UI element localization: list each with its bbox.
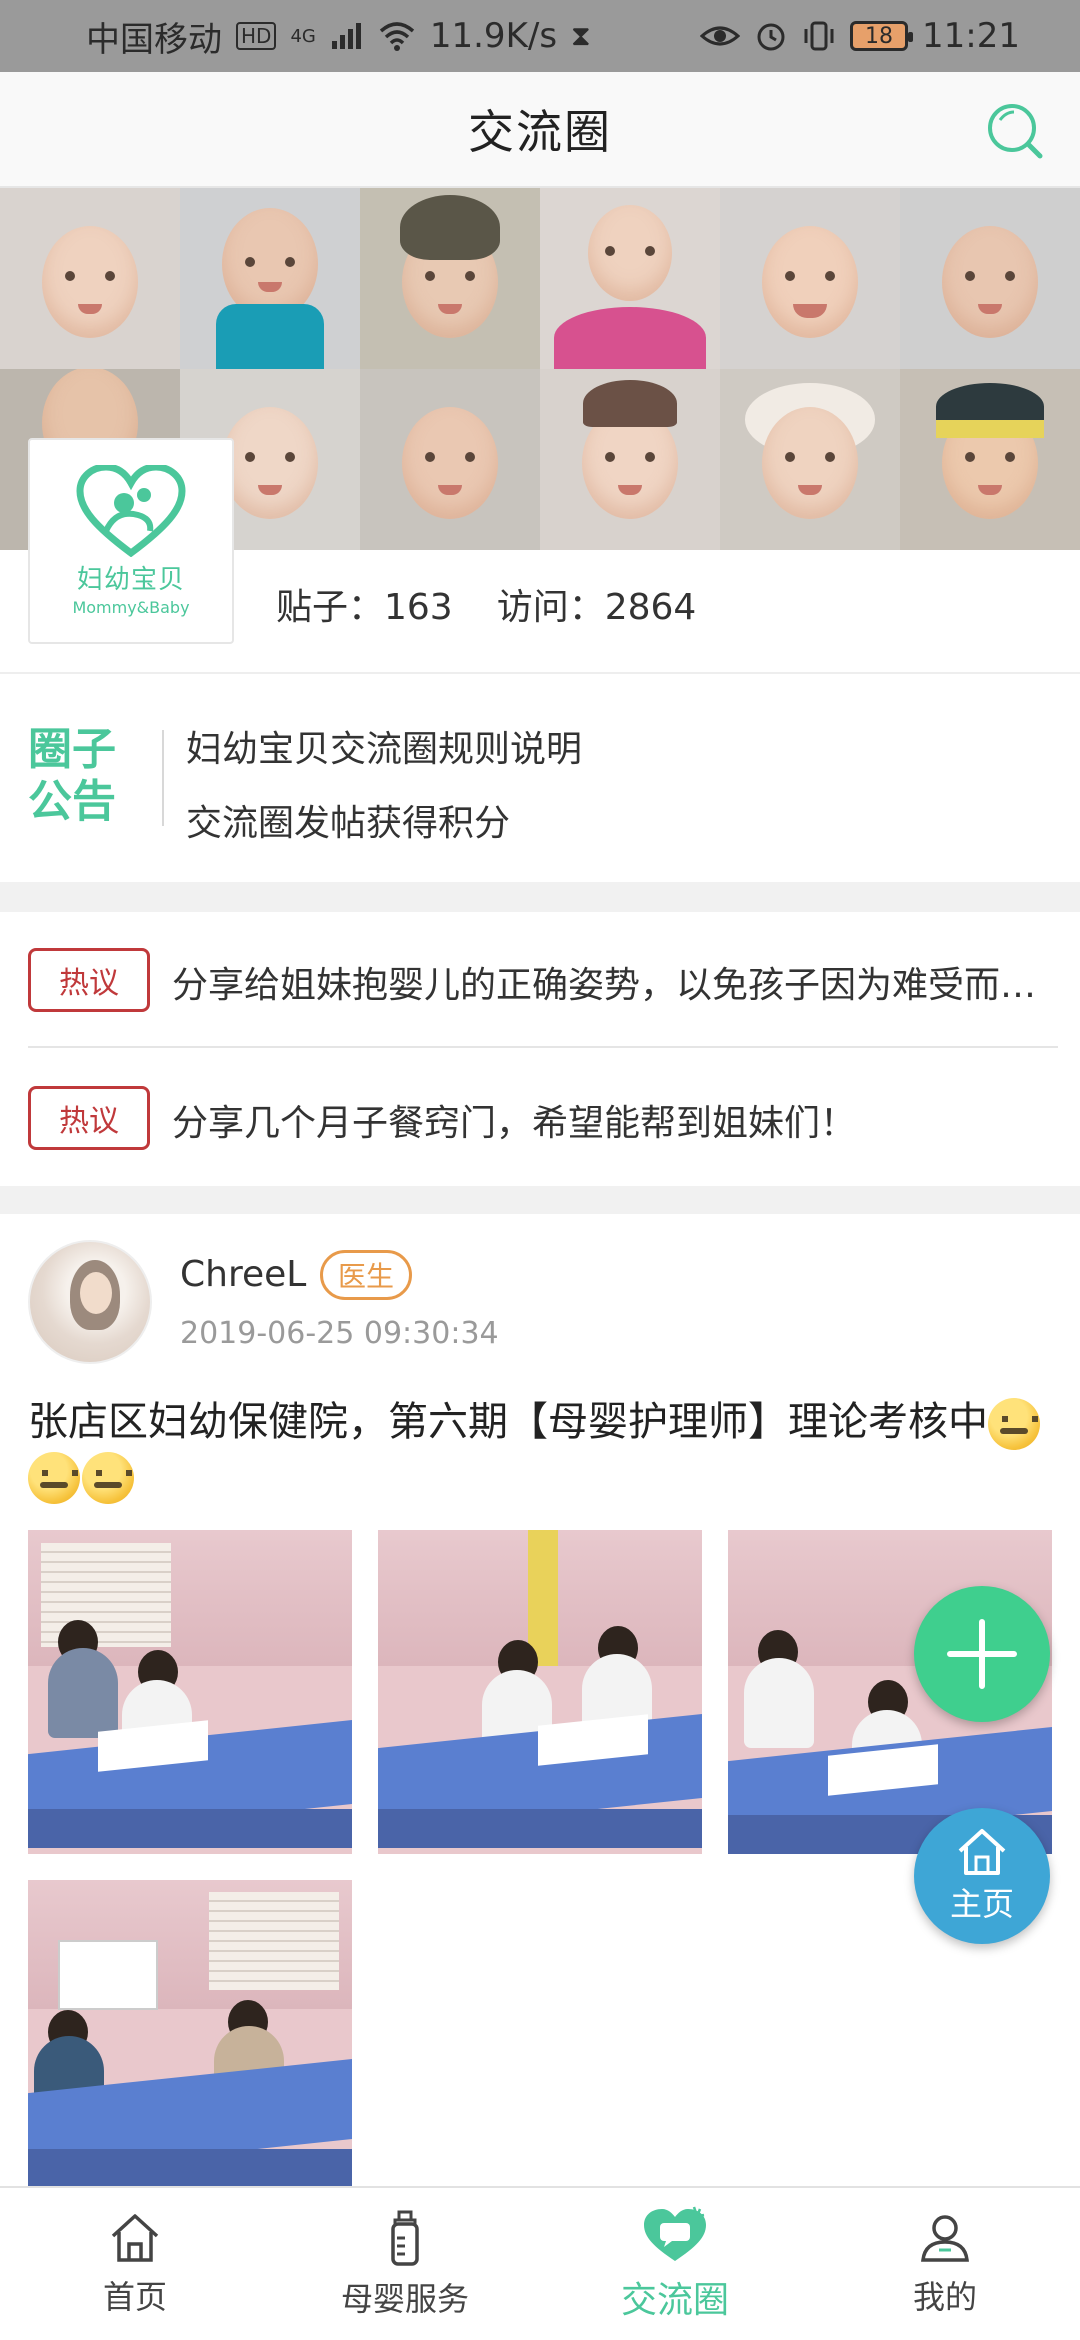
nav-item-home[interactable]: 首页	[0, 2188, 270, 2340]
network-speed: 11.9K/s	[429, 16, 558, 56]
zipper-mouth-emoji-icon	[82, 1452, 134, 1504]
home-fab-label: 主页	[949, 1885, 1014, 1923]
chat-heart-icon	[644, 2206, 706, 2261]
notice-tag-line: 圈子	[28, 724, 116, 775]
hot-topic-text: 分享几个月子餐窍门，希望能帮到姐妹们！	[172, 1103, 857, 1144]
notice-tag: 圈子 公告	[22, 724, 122, 828]
banner-photo	[360, 188, 540, 369]
status-bar: 中国移动 HD 4G 11.9K/s ⧗ 18 11:21	[0, 0, 1080, 72]
notice-item-rules[interactable]: 妇幼宝贝交流圈规则说明	[186, 720, 582, 772]
nav-label: 母婴服务	[340, 2280, 469, 2318]
signal-icon	[331, 23, 361, 49]
eye-icon	[700, 26, 741, 46]
post-content[interactable]: 张店区妇幼保健院，第六期【母婴护理师】理论考核中	[28, 1396, 1058, 1504]
banner-photo	[180, 188, 360, 369]
list-divider	[28, 1046, 1058, 1048]
top-app-bar: 交流圈	[0, 72, 1080, 188]
carrier-name: 中国移动	[86, 19, 222, 60]
post-photo[interactable]	[28, 1880, 352, 2186]
hourglass-icon: ⧗	[571, 19, 591, 52]
nav-label: 交流圈	[620, 2280, 729, 2321]
logo-chinese-text: 妇幼宝贝	[76, 565, 185, 595]
notice-divider	[162, 730, 164, 826]
posts-count: 贴子：163	[276, 587, 453, 628]
hot-topic-text: 分享给姐妹抱婴儿的正确姿势，以免孩子因为难受而哭闹	[172, 965, 1062, 1006]
banner-photo	[720, 188, 900, 369]
nav-item-maternal-services[interactable]: 母婴服务	[270, 2188, 540, 2340]
hot-topic-item[interactable]: 热议 分享几个月子餐窍门，希望能帮到姐妹们！	[0, 1050, 1080, 1186]
post-author-name[interactable]: ChreeL	[180, 1254, 306, 1295]
banner-photo	[540, 369, 720, 550]
banner-photo	[360, 369, 540, 550]
banner-photo	[540, 188, 720, 369]
section-gap	[0, 1186, 1080, 1214]
banner-photo	[0, 188, 180, 369]
user-icon	[921, 2215, 969, 2262]
mommy-baby-logo-icon	[76, 465, 186, 557]
page-title: 交流圈	[468, 105, 612, 159]
home-icon	[111, 2214, 159, 2262]
hot-topic-item[interactable]: 热议 分享给姐妹抱婴儿的正确姿势，以免孩子因为难受而哭闹	[0, 912, 1080, 1048]
section-gap	[0, 882, 1080, 912]
post-text: 张店区妇幼保健院，第六期【母婴护理师】理论考核中	[28, 1399, 988, 1445]
banner-photo	[900, 369, 1080, 550]
hot-badge: 热议	[28, 948, 150, 1012]
add-post-button[interactable]	[914, 1586, 1050, 1722]
zipper-mouth-emoji-icon	[28, 1452, 80, 1504]
post-timestamp: 2019-06-25 09:30:34	[180, 1316, 499, 1351]
nav-label: 我的	[912, 2278, 977, 2316]
avatar[interactable]	[28, 1240, 152, 1364]
visits-count: 访问：2864	[496, 587, 697, 628]
logo-english-text: Mommy&Baby	[72, 598, 190, 617]
post-photo[interactable]	[28, 1530, 352, 1854]
plus-icon	[947, 1619, 1017, 1689]
app-screen: 中国移动 HD 4G 11.9K/s ⧗ 18 11:21 交流圈 妇幼宝贝 M…	[0, 0, 1080, 2340]
clock: 11:21	[922, 16, 1020, 56]
zipper-mouth-emoji-icon	[988, 1398, 1040, 1450]
hot-badge: 热议	[28, 1086, 150, 1150]
banner-photo	[900, 188, 1080, 369]
bottom-navigation: 首页 母婴服务 交流圈 我的	[0, 2186, 1080, 2340]
notice-item-points[interactable]: 交流圈发帖获得积分	[186, 794, 510, 846]
nav-label: 首页	[102, 2278, 167, 2316]
battery-icon: 18	[850, 21, 914, 51]
banner-photo	[720, 369, 900, 550]
alarm-icon	[757, 23, 785, 51]
baby-bottle-icon	[391, 2210, 419, 2266]
home-icon	[958, 1829, 1006, 1875]
nav-item-mine[interactable]: 我的	[810, 2188, 1080, 2340]
vibrate-icon	[804, 21, 834, 51]
search-icon[interactable]	[984, 100, 1046, 162]
nav-item-circle[interactable]: 交流圈	[540, 2188, 810, 2340]
post-photo[interactable]	[378, 1530, 702, 1854]
home-fab-button[interactable]: 主页	[914, 1808, 1050, 1944]
notice-tag-line: 公告	[28, 776, 116, 827]
doctor-badge: 医生	[320, 1250, 412, 1300]
wifi-icon	[379, 22, 415, 51]
network-type: 4G	[290, 25, 316, 47]
status-left: 中国移动 HD 4G 11.9K/s ⧗	[86, 12, 591, 61]
status-right: 18 11:21	[700, 16, 1020, 56]
hd-icon: HD	[236, 22, 277, 50]
circle-stats: 贴子：163 访问：2864	[276, 578, 696, 630]
circle-logo: 妇幼宝贝 Mommy&Baby	[28, 438, 234, 644]
